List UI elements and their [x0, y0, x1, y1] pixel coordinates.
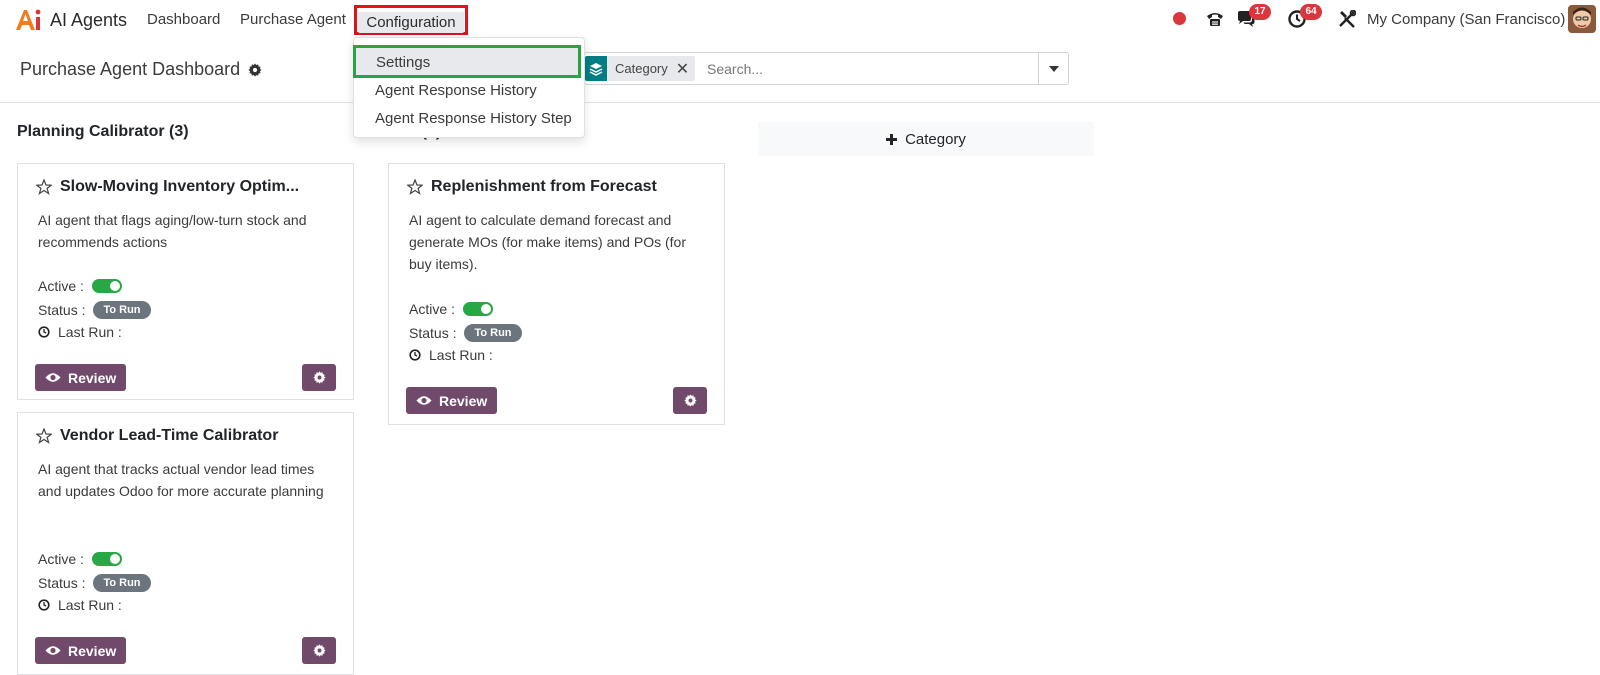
status-field: Status : To Run — [409, 324, 522, 342]
plus-icon — [886, 133, 898, 145]
search-bar: Category ✕ — [584, 52, 1069, 85]
eye-icon — [45, 646, 61, 655]
status-badge: To Run — [464, 324, 522, 342]
messages-badge: 17 — [1249, 4, 1271, 20]
active-label: Active : — [409, 301, 455, 317]
active-field: Active : — [38, 278, 122, 294]
menu-item-agent-response-history-step[interactable]: Agent Response History Step — [375, 110, 572, 127]
gear-icon — [312, 644, 326, 657]
star-icon[interactable] — [407, 179, 423, 195]
active-label: Active : — [38, 278, 84, 294]
status-badge: To Run — [93, 301, 151, 319]
messages-icon[interactable]: 17 — [1235, 4, 1271, 30]
card-title-row: Vendor Lead-Time Calibrator — [36, 427, 278, 445]
top-navbar: AI Agents Dashboard Purchase Agent Confi… — [0, 0, 1600, 40]
active-field: Active : — [38, 551, 122, 567]
card-settings-button[interactable] — [302, 637, 336, 664]
configuration-dropdown-menu: Settings Agent Response History Agent Re… — [353, 37, 585, 138]
card-description: AI agent to calculate demand forecast an… — [409, 212, 686, 272]
eye-icon — [45, 373, 61, 382]
recording-indicator-icon[interactable] — [1173, 12, 1186, 25]
menu-item-agent-response-history[interactable]: Agent Response History — [375, 82, 537, 99]
company-switcher[interactable]: My Company (San Francisco) — [1367, 11, 1565, 28]
add-category-label: Category — [905, 130, 966, 148]
kanban-card[interactable]: Slow-Moving Inventory Optim... AI agent … — [17, 163, 354, 400]
app-name: AI Agents — [50, 9, 128, 30]
clock-icon — [38, 599, 50, 611]
last-run-field: Last Run : — [38, 324, 122, 340]
control-panel: Purchase Agent Dashboard Category ✕ — [0, 40, 1600, 103]
status-label: Status : — [38, 575, 86, 591]
search-options-toggle[interactable] — [1038, 53, 1068, 84]
last-run-field: Last Run : — [38, 597, 122, 613]
activities-clock-icon[interactable]: 64 — [1286, 4, 1322, 30]
nav-purchase-agent[interactable]: Purchase Agent — [240, 11, 346, 28]
card-description: AI agent that flags aging/low-turn stock… — [38, 212, 307, 250]
clock-icon — [409, 349, 421, 361]
card-settings-button[interactable] — [302, 364, 336, 391]
search-facet-category[interactable]: Category ✕ — [585, 56, 696, 81]
layers-icon — [585, 56, 607, 81]
last-run-label: Last Run : — [429, 347, 493, 363]
active-toggle[interactable] — [462, 302, 493, 316]
menu-item-settings[interactable]: Settings — [353, 45, 581, 78]
active-toggle[interactable] — [91, 279, 122, 293]
gear-icon — [683, 394, 697, 407]
card-title-row: Slow-Moving Inventory Optim... — [36, 178, 299, 196]
phone-icon[interactable] — [1204, 8, 1226, 30]
facet-label: Category — [615, 61, 668, 76]
kanban-card[interactable]: Replenishment from Forecast AI agent to … — [388, 163, 725, 425]
last-run-field: Last Run : — [409, 347, 493, 363]
activities-badge: 64 — [1300, 4, 1322, 20]
nav-dashboard[interactable]: Dashboard — [147, 11, 220, 28]
card-title: Replenishment from Forecast — [431, 178, 657, 195]
status-field: Status : To Run — [38, 301, 151, 319]
column-title[interactable]: Planning Calibrator (3) — [17, 123, 189, 141]
card-description: AI agent that tracks actual vendor lead … — [38, 461, 324, 499]
review-label: Review — [68, 642, 117, 659]
menu-item-label: Settings — [376, 54, 431, 71]
page-title: Purchase Agent Dashboard — [20, 59, 241, 79]
caret-down-icon — [1048, 65, 1059, 72]
eye-icon — [416, 396, 432, 405]
status-label: Status : — [409, 325, 457, 341]
user-avatar[interactable] — [1568, 5, 1596, 33]
review-button[interactable]: Review — [35, 364, 127, 391]
card-title-row: Replenishment from Forecast — [407, 178, 657, 196]
close-icon[interactable]: ✕ — [676, 59, 695, 79]
add-category-button[interactable]: Category — [758, 122, 1094, 156]
app-brand[interactable]: AI Agents — [14, 8, 127, 32]
active-field: Active : — [409, 301, 493, 317]
review-button[interactable]: Review — [35, 637, 127, 664]
card-title: Vendor Lead-Time Calibrator — [60, 427, 279, 444]
last-run-label: Last Run : — [58, 597, 122, 613]
tools-icon[interactable] — [1336, 8, 1358, 30]
active-label: Active : — [38, 551, 84, 567]
search-input[interactable] — [707, 58, 1027, 80]
review-label: Review — [68, 369, 117, 386]
card-settings-button[interactable] — [673, 387, 707, 414]
review-button[interactable]: Review — [406, 387, 498, 414]
kanban-card[interactable]: Vendor Lead-Time Calibrator AI agent tha… — [17, 412, 354, 675]
review-label: Review — [439, 392, 488, 409]
clock-icon — [38, 326, 50, 338]
status-field: Status : To Run — [38, 574, 151, 592]
nav-configuration-label: Configuration — [358, 12, 464, 33]
ai-logo-icon — [16, 9, 41, 30]
last-run-label: Last Run : — [58, 324, 122, 340]
card-title: Slow-Moving Inventory Optim... — [60, 178, 300, 195]
gear-icon[interactable] — [248, 62, 262, 77]
star-icon[interactable] — [36, 179, 52, 195]
breadcrumb: Purchase Agent Dashboard — [20, 59, 262, 80]
nav-configuration[interactable]: Configuration — [354, 5, 468, 35]
star-icon[interactable] — [36, 428, 52, 444]
active-toggle[interactable] — [91, 552, 122, 566]
gear-icon — [312, 371, 326, 384]
status-label: Status : — [38, 302, 86, 318]
status-badge: To Run — [93, 574, 151, 592]
